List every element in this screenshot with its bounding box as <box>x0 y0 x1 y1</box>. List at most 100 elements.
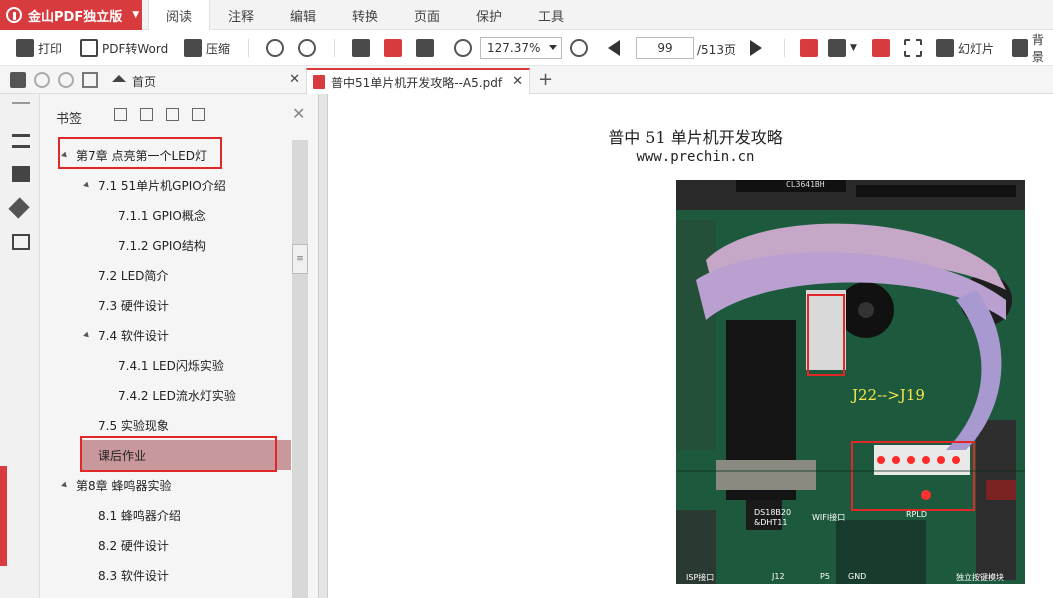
bookmark-item[interactable]: 7.4.1 LED闪烁实验 <box>118 350 224 380</box>
arrow-left-icon <box>608 40 620 56</box>
delete-bookmark-icon[interactable] <box>192 108 205 121</box>
single-page-button[interactable] <box>800 36 822 60</box>
board-photo: CL3641BH J22-->J19 DS18B20 &DHT11 WIFI接口… <box>676 180 1025 584</box>
menu-tab-page[interactable]: 页面 <box>396 0 458 30</box>
compress-label: 压缩 <box>206 41 231 56</box>
bookmark-label: 7.2 LED简介 <box>98 268 169 283</box>
photo-silk-label: WIFI接口 <box>812 513 846 522</box>
bookmark-item[interactable]: 7.2 LED简介 <box>98 260 168 290</box>
thumbnails-icon[interactable] <box>12 166 30 182</box>
zoom-out-icon <box>454 39 472 57</box>
menu-tab-protect[interactable]: 保护 <box>458 0 520 30</box>
zoom-in-button[interactable] <box>570 36 592 60</box>
collapse-handle-icon[interactable] <box>12 102 30 104</box>
expand-triangle-icon[interactable] <box>83 181 91 189</box>
expand-triangle-icon[interactable] <box>61 481 69 489</box>
photo-silk-label: P5 <box>820 572 830 581</box>
bookmark-item[interactable]: 7.1.2 GPIO结构 <box>118 230 206 260</box>
bookmark-scrollbar[interactable] <box>292 140 308 598</box>
bookmark-item[interactable]: 8.3 软件设计 <box>98 560 169 590</box>
fullscreen-button[interactable] <box>904 36 926 60</box>
zoom-out-button[interactable] <box>454 36 476 60</box>
panel-resize-handle[interactable] <box>0 466 7 566</box>
menu-tabs: 阅读 注释 编辑 转换 页面 保护 工具 <box>148 0 582 30</box>
photo-silk-label: GND <box>848 572 867 581</box>
page-split-button[interactable] <box>872 36 894 60</box>
bookmark-label: 8.3 软件设计 <box>98 568 169 583</box>
document-view[interactable]: 普中 51 单片机开发攻略 www.prechin.cn CL3641BH J2… <box>328 94 1053 598</box>
new-tab-button[interactable]: + <box>538 69 553 90</box>
menu-tab-edit[interactable]: 编辑 <box>272 0 334 30</box>
add-bookmark-icon[interactable] <box>166 108 179 121</box>
menu-tab-annotate[interactable]: 注释 <box>210 0 272 30</box>
slideshow-button[interactable]: 幻灯片 <box>936 36 994 60</box>
page-layout-button[interactable]: ▼ <box>828 36 857 60</box>
arrow-right-icon <box>750 40 762 56</box>
slideshow-label: 幻灯片 <box>958 41 995 56</box>
redo-icon[interactable] <box>58 72 74 88</box>
annotation-pen-icon[interactable] <box>8 197 30 219</box>
rotate-right-icon <box>298 39 316 57</box>
menu-tab-convert[interactable]: 转换 <box>334 0 396 30</box>
pdf-to-word-label: PDF转Word <box>102 41 169 56</box>
menu-bar: 金山PDF独立版 ▼ 阅读 注释 编辑 转换 页面 保护 工具 <box>0 0 1053 30</box>
page-number-input[interactable]: 99 <box>636 37 694 59</box>
home-icon <box>112 74 126 82</box>
expand-all-icon[interactable] <box>114 108 127 121</box>
compress-icon <box>184 39 202 57</box>
actual-size-button[interactable] <box>352 36 374 60</box>
bookmark-label: 7.5 实验现象 <box>98 418 169 433</box>
bookmark-label: 7.4.2 LED流水灯实验 <box>118 388 236 403</box>
bookmark-item[interactable]: 8.1 蜂鸣器介绍 <box>98 500 181 530</box>
collapse-all-icon[interactable] <box>140 108 153 121</box>
bookmark-label: 7.1.2 GPIO结构 <box>118 238 206 253</box>
app-brand-button[interactable]: 金山PDF独立版 ▼ <box>0 0 142 30</box>
undo-icon[interactable] <box>34 72 50 88</box>
bookmark-list-icon[interactable] <box>12 134 30 148</box>
bookmark-item[interactable]: 8.2 硬件设计 <box>98 530 169 560</box>
panel-splitter[interactable] <box>318 94 328 598</box>
zoom-in-icon <box>570 39 588 57</box>
scrollbar-thumb[interactable]: ≡ <box>292 244 308 274</box>
bookmark-item[interactable]: 7.4 软件设计 <box>83 320 169 350</box>
expand-triangle-icon[interactable] <box>83 331 91 339</box>
save-icon[interactable] <box>82 72 98 88</box>
bookmark-item[interactable]: 第8章 蜂鸣器实验 <box>61 470 171 500</box>
background-button[interactable]: 背景 <box>1012 33 1053 64</box>
menu-tab-tools[interactable]: 工具 <box>520 0 582 30</box>
close-icon[interactable]: ✕ <box>289 72 300 87</box>
compress-button[interactable]: 压缩 <box>184 36 230 60</box>
tab-home-label: 首页 <box>132 74 157 89</box>
bookmark-label: 7.4 软件设计 <box>98 328 169 343</box>
close-icon[interactable]: ✕ <box>512 74 523 89</box>
next-page-button[interactable] <box>750 36 762 60</box>
bookmark-item[interactable]: 7.4.2 LED流水灯实验 <box>118 380 236 410</box>
photo-chip-label: CL3641BH <box>786 180 825 189</box>
print-button[interactable]: 打印 <box>16 36 62 60</box>
previous-page-button[interactable] <box>608 36 620 60</box>
photo-silk-label: J12 <box>772 572 785 581</box>
bookmark-item[interactable]: 7.1 51单片机GPIO介绍 <box>83 170 226 200</box>
photo-silk-label: ISP接口 <box>686 573 715 582</box>
app-logo-icon <box>6 7 22 23</box>
fit-page-button[interactable] <box>416 36 438 60</box>
menu-tab-read[interactable]: 阅读 <box>148 0 210 30</box>
bookmark-item[interactable]: 7.3 硬件设计 <box>98 290 169 320</box>
zoom-select[interactable]: 127.37% <box>480 37 562 59</box>
rotate-left-button[interactable] <box>266 36 288 60</box>
fit-width-button[interactable] <box>384 36 406 60</box>
open-folder-icon[interactable] <box>10 72 26 88</box>
close-icon[interactable]: ✕ <box>292 104 305 123</box>
attachment-icon[interactable] <box>12 234 30 250</box>
highlight-box <box>58 137 222 169</box>
word-icon <box>80 39 98 57</box>
highlight-box <box>80 436 277 472</box>
printer-icon <box>16 39 34 57</box>
bookmark-item[interactable]: 7.1.1 GPIO概念 <box>118 200 206 230</box>
pdf-to-word-button[interactable]: PDF转Word <box>80 36 168 60</box>
single-page-icon <box>800 39 818 57</box>
document-tab-row: 首页 ✕ 普中51单片机开发攻略--A5.pdf ✕ + <box>0 66 1053 94</box>
tab-document[interactable]: 普中51单片机开发攻略--A5.pdf ✕ <box>306 68 530 94</box>
rotate-right-button[interactable] <box>298 36 320 60</box>
tab-home[interactable]: 首页 ✕ <box>106 68 306 94</box>
